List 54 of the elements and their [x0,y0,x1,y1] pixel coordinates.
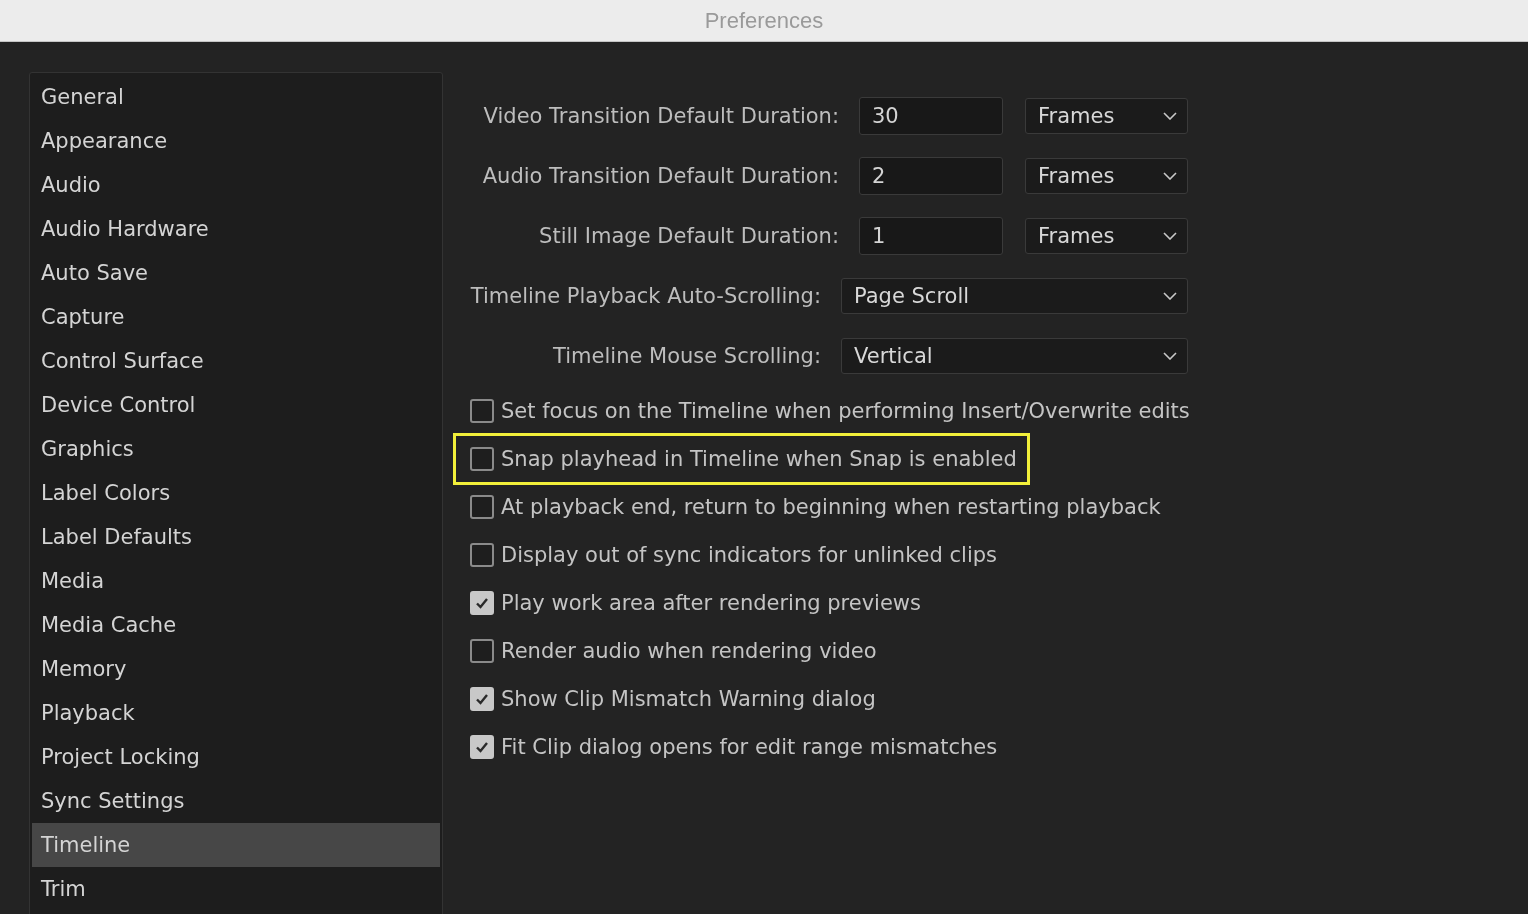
checkbox[interactable] [470,639,494,663]
sidebar-item[interactable]: Device Control [32,383,440,427]
checkbox-label: Render audio when rendering video [501,639,877,663]
sidebar-item[interactable]: Control Surface [32,339,440,383]
chevron-icon [1163,292,1177,300]
setting-label: Audio Transition Default Duration: [482,164,839,188]
sidebar-item[interactable]: Appearance [32,119,440,163]
sidebar-item[interactable]: Label Colors [32,471,440,515]
sidebar-item[interactable]: Capture [32,295,440,339]
setting-label: Video Transition Default Duration: [483,104,839,128]
checkbox-label: Snap playhead in Timeline when Snap is enabled [501,447,1017,471]
duration-field[interactable]: 1 [859,217,1003,255]
checkbox-label: Fit Clip dialog opens for edit range mismatches [501,735,998,759]
sidebar-item[interactable]: Graphics [32,427,440,471]
sidebar-item[interactable]: Audio Hardware [32,207,440,251]
sidebar-item[interactable]: Memory [32,647,440,691]
duration-field[interactable]: 30 [859,97,1003,135]
checkbox-label: Play work area after rendering previews [501,591,921,615]
checkbox[interactable] [470,591,494,615]
chevron-icon [1163,112,1177,120]
checkbox-label: At playback end, return to beginning when restarting playback [501,495,1161,519]
sidebar-item[interactable]: Timeline [32,823,440,867]
sidebar-item[interactable]: Audio [32,163,440,207]
chevron-icon [1163,232,1177,240]
checkbox[interactable] [470,543,494,567]
checkbox-label: Show Clip Mismatch Warning dialog [501,687,876,711]
unit-dropdown[interactable]: Frames [1025,98,1188,134]
checkbox[interactable] [470,399,494,423]
select-dropdown[interactable]: Vertical [841,338,1188,374]
checkbox-label: Set focus on the Timeline when performing Insert/Overwrite edits [501,399,1190,423]
checkbox[interactable] [470,447,494,471]
unit-dropdown[interactable]: Frames [1025,158,1188,194]
sidebar-item[interactable]: Media [32,559,440,603]
checkbox[interactable] [470,735,494,759]
chevron-icon [1163,352,1177,360]
sidebar-item[interactable]: Project Locking [32,735,440,779]
sidebar-item[interactable]: Auto Save [32,251,440,295]
checkbox-label: Display out of sync indicators for unlinked clips [501,543,997,567]
sidebar-item[interactable]: Sync Settings [32,779,440,823]
unit-dropdown[interactable]: Frames [1025,218,1188,254]
sidebar-item[interactable]: Label Defaults [32,515,440,559]
sidebar-item[interactable]: Trim [32,867,440,911]
setting-label: Still Image Default Duration: [539,224,839,248]
setting-label: Timeline Mouse Scrolling: [553,344,821,368]
sidebar-item[interactable]: Media Cache [32,603,440,647]
select-dropdown[interactable]: Page Scroll [841,278,1188,314]
sidebar-item[interactable]: Playback [32,691,440,735]
chevron-icon [1163,172,1177,180]
window-title: Preferences [704,7,824,34]
setting-label: Timeline Playback Auto-Scrolling: [470,284,821,308]
checkbox[interactable] [470,687,494,711]
duration-field[interactable]: 2 [859,157,1003,195]
checkbox[interactable] [470,495,494,519]
sidebar-item[interactable]: General [32,75,440,119]
